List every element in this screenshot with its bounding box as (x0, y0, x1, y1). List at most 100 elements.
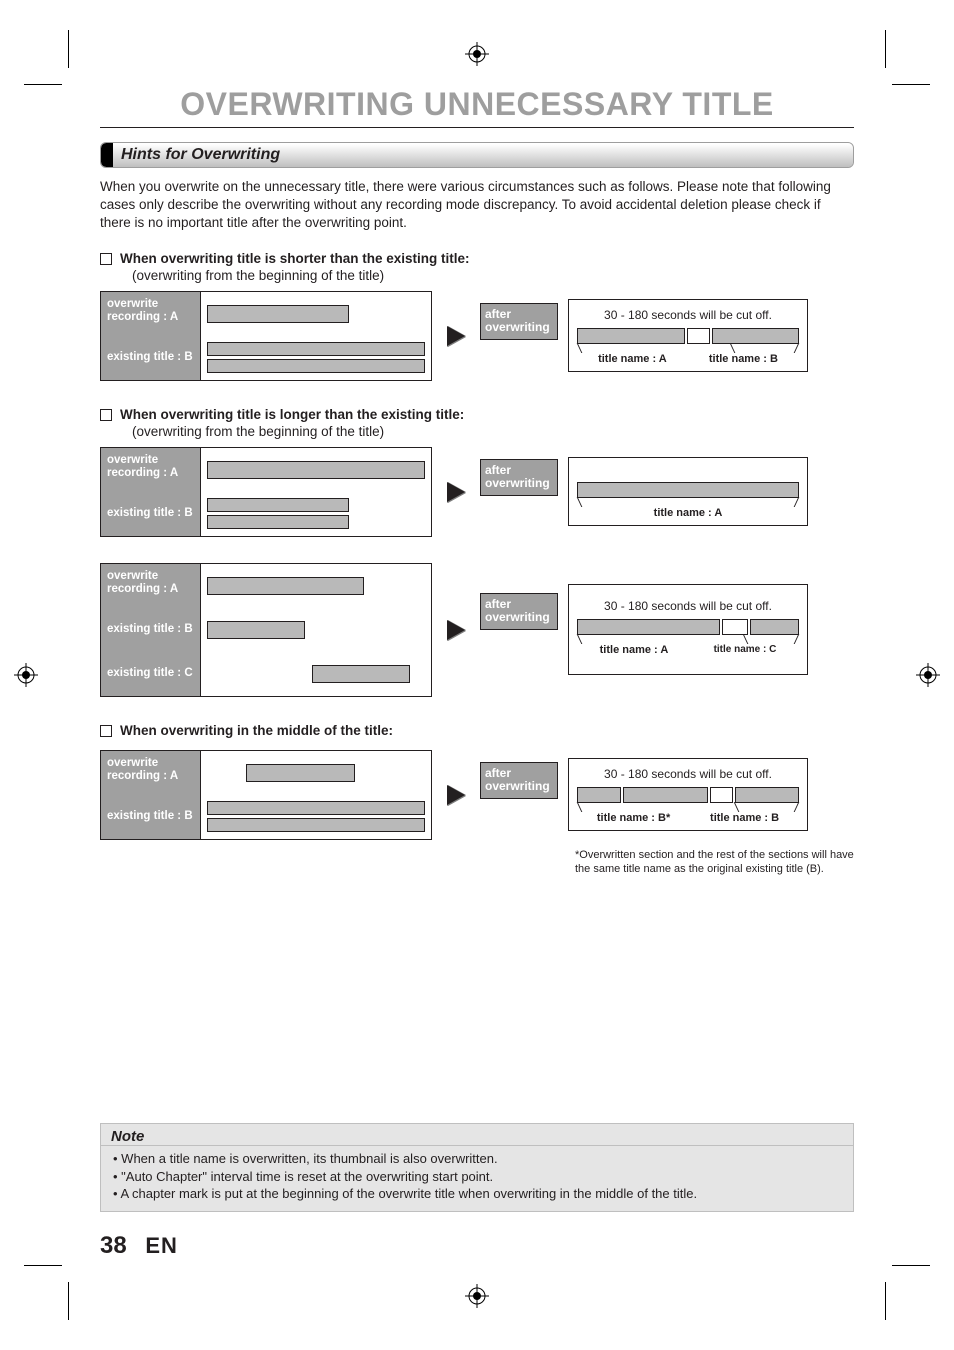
section-heading: Hints for Overwriting (100, 142, 854, 168)
result-bar-b-right (735, 787, 799, 803)
arrow-icon (447, 620, 465, 640)
bar-b (207, 621, 305, 639)
result-bar-c (750, 619, 799, 635)
note-item: When a title name is overwritten, its th… (113, 1150, 841, 1168)
after-box-2b: 30 - 180 seconds will be cut off. title … (568, 584, 808, 675)
result-gap (687, 328, 710, 344)
case-2-heading: When overwriting title is longer than th… (100, 407, 854, 422)
arrow-icon (447, 482, 465, 502)
checkbox-icon (100, 409, 112, 421)
after-label: after overwriting (480, 303, 558, 341)
bar-b1 (207, 342, 425, 356)
title-name-a: title name : A (654, 507, 723, 519)
crop-mark (24, 1265, 62, 1266)
note-item: "Auto Chapter" interval time is reset at… (113, 1168, 841, 1186)
title-name-b: title name : B (709, 353, 778, 365)
title-name-b-star: title name : B* (597, 812, 670, 824)
note-box: Note When a title name is overwritten, i… (100, 1123, 854, 1212)
result-bar-a-full (577, 482, 799, 498)
result-gap (722, 619, 748, 635)
cutoff-note: 30 - 180 seconds will be cut off. (604, 308, 772, 322)
intro-paragraph: When you overwrite on the unnecessary ti… (100, 178, 854, 233)
crop-mark (892, 84, 930, 85)
bar-a (207, 577, 364, 595)
label-overwrite-a: overwrite recording : A (101, 448, 201, 492)
diagram-case-3: overwrite recording : A existing title :… (100, 750, 854, 840)
bar-b1 (207, 498, 349, 512)
cutoff-note: 30 - 180 seconds will be cut off. (604, 599, 772, 613)
result-bar-b (712, 328, 799, 344)
label-existing-c: existing title : C (101, 652, 201, 696)
page-number-value: 38 (100, 1232, 127, 1259)
page-content: OVERWRITING UNNECESSARY TITLE Hints for … (100, 80, 854, 1270)
section-label: Hints for Overwriting (113, 143, 853, 167)
crop-mark (892, 1265, 930, 1266)
after-label: after overwriting (480, 459, 558, 497)
bar-b2 (207, 359, 425, 373)
diagram-case-2b: overwrite recording : A existing title :… (100, 563, 854, 697)
crop-mark (885, 30, 886, 68)
bar-b1 (207, 801, 425, 815)
crop-mark (68, 30, 69, 68)
title-name-a: title name : A (598, 353, 667, 365)
cutoff-note: 30 - 180 seconds will be cut off. (604, 767, 772, 781)
label-existing-b: existing title : B (101, 795, 201, 839)
crop-mark (885, 1282, 886, 1320)
registration-mark-left (14, 663, 38, 687)
label-existing-b: existing title : B (101, 492, 201, 536)
crop-mark (24, 84, 62, 85)
title-name-c: title name : C (714, 644, 777, 656)
result-gap (710, 787, 733, 803)
checkbox-icon (100, 725, 112, 737)
result-bar-b-left (577, 787, 621, 803)
case-1-sub: (overwriting from the beginning of the t… (132, 268, 854, 283)
bar-a-long (207, 461, 425, 479)
case-3-text: When overwriting in the middle of the ti… (120, 723, 393, 738)
title-name-a: title name : A (600, 644, 669, 656)
registration-mark-bottom (465, 1284, 489, 1308)
case-3-heading: When overwriting in the middle of the ti… (100, 723, 854, 738)
bar-c (312, 665, 410, 683)
note-title: Note (101, 1124, 853, 1146)
before-stack-3: overwrite recording : A existing title :… (100, 563, 432, 697)
arrow-icon (447, 785, 465, 805)
after-box-3: 30 - 180 seconds will be cut off. title … (568, 758, 808, 831)
registration-mark-right (916, 663, 940, 687)
after-label: after overwriting (480, 593, 558, 631)
crop-mark (68, 1282, 69, 1320)
label-overwrite-a: overwrite recording : A (101, 751, 201, 795)
bar-a-mid (246, 764, 355, 782)
registration-mark-top (465, 42, 489, 66)
note-list: When a title name is overwritten, its th… (101, 1146, 853, 1211)
page-lang: EN (145, 1233, 178, 1258)
title-rule (100, 127, 854, 128)
after-box-2a: title name : A (568, 457, 808, 526)
before-stack: overwrite recording : A existing title :… (100, 291, 432, 381)
label-overwrite-a: overwrite recording : A (101, 564, 201, 608)
case-2-text: When overwriting title is longer than th… (120, 407, 464, 422)
note-item: A chapter mark is put at the beginning o… (113, 1185, 841, 1203)
case-2-sub: (overwriting from the beginning of the t… (132, 424, 854, 439)
section-accent (101, 143, 113, 167)
before-stack: overwrite recording : A existing title :… (100, 750, 432, 840)
arrow-icon (447, 326, 465, 346)
page-number: 38 EN (100, 1232, 178, 1260)
bar-b2 (207, 818, 425, 832)
result-bar-a-mid (623, 787, 708, 803)
result-bar-a (577, 328, 685, 344)
case-1-text: When overwriting title is shorter than t… (120, 251, 470, 266)
checkbox-icon (100, 253, 112, 265)
after-label: after overwriting (480, 762, 558, 800)
bar-b2 (207, 515, 349, 529)
footnote: *Overwritten section and the rest of the… (575, 848, 855, 877)
diagram-case-1: overwrite recording : A existing title :… (100, 291, 854, 381)
before-stack: overwrite recording : A existing title :… (100, 447, 432, 537)
diagram-case-2a: overwrite recording : A existing title :… (100, 447, 854, 537)
label-existing-b: existing title : B (101, 608, 201, 652)
page-title: OVERWRITING UNNECESSARY TITLE (100, 86, 854, 123)
title-name-b: title name : B (710, 812, 779, 824)
label-overwrite-a: overwrite recording : A (101, 292, 201, 336)
after-box-1: 30 - 180 seconds will be cut off. title … (568, 299, 808, 372)
case-1-heading: When overwriting title is shorter than t… (100, 251, 854, 266)
bar-a (207, 305, 349, 323)
